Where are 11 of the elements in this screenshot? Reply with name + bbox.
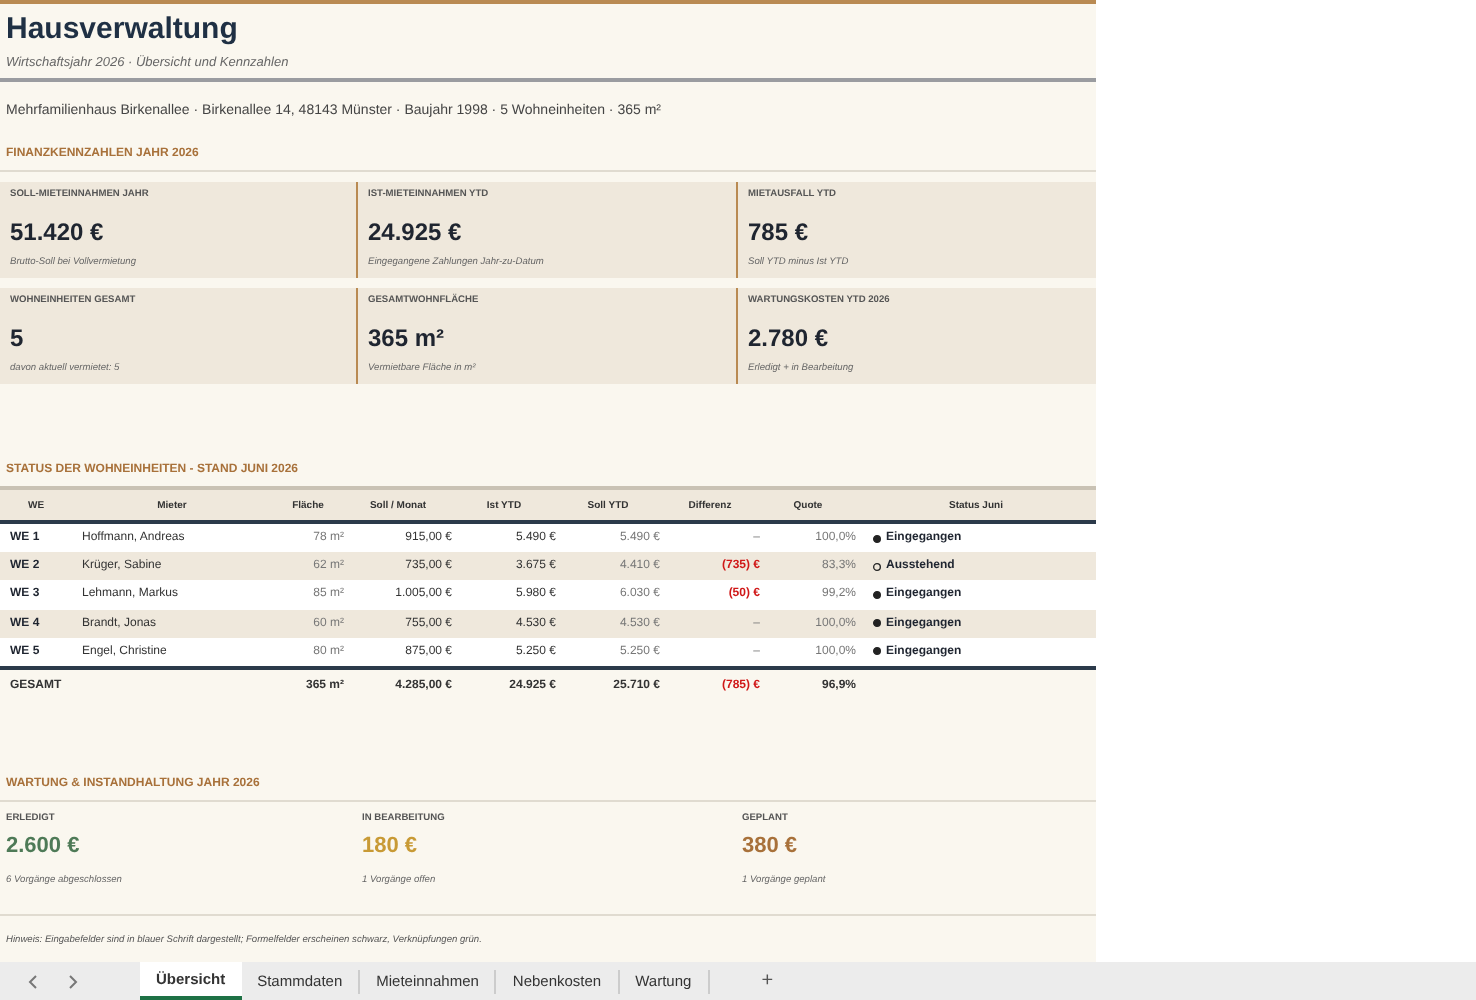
kpi-value: 785 € <box>748 218 811 246</box>
kpi-value: 51.420 € <box>10 218 106 246</box>
maintenance-value: 2.600 € <box>6 833 82 858</box>
maintenance-value: 380 € <box>742 833 800 858</box>
kpi-value: 2.780 € <box>748 324 831 352</box>
kpi-value: 365 m² <box>368 324 447 352</box>
kpi-value: 24.925 € <box>368 218 464 246</box>
sheet-title: Hausverwaltung <box>6 12 240 46</box>
kpi-value: 5 <box>10 324 26 352</box>
maintenance-value: 180 € <box>362 833 420 858</box>
add-sheet-button[interactable]: + <box>749 968 786 994</box>
